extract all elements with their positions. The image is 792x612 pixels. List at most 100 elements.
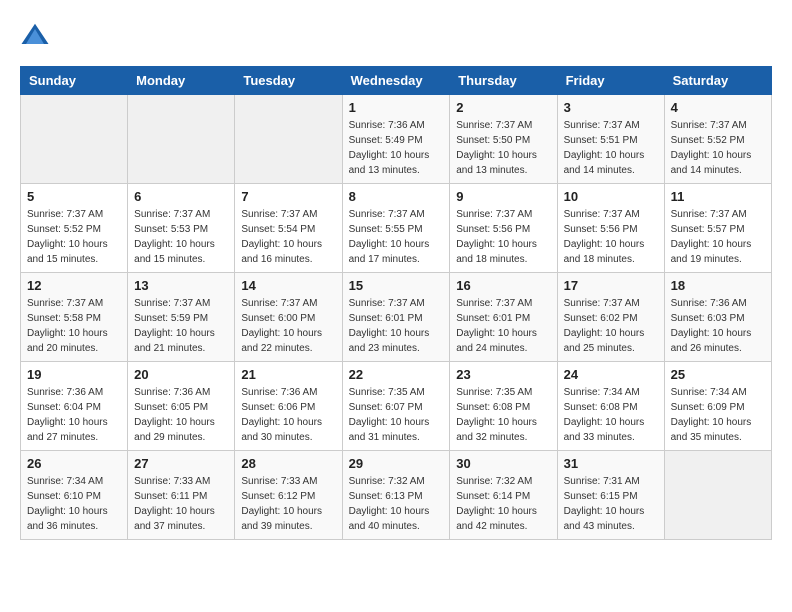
calendar-cell: 25Sunrise: 7:34 AM Sunset: 6:09 PM Dayli… — [664, 362, 771, 451]
day-info: Sunrise: 7:33 AM Sunset: 6:12 PM Dayligh… — [241, 474, 335, 534]
day-info: Sunrise: 7:33 AM Sunset: 6:11 PM Dayligh… — [134, 474, 228, 534]
calendar-cell: 5Sunrise: 7:37 AM Sunset: 5:52 PM Daylig… — [21, 184, 128, 273]
day-info: Sunrise: 7:37 AM Sunset: 5:58 PM Dayligh… — [27, 296, 121, 356]
day-number: 17 — [564, 278, 658, 293]
day-info: Sunrise: 7:37 AM Sunset: 5:53 PM Dayligh… — [134, 207, 228, 267]
day-number: 26 — [27, 456, 121, 471]
calendar-cell: 1 Sunrise: 7:36 AM Sunset: 5:49 PM Daylig… — [342, 95, 450, 184]
day-number: 30 — [456, 456, 550, 471]
day-number: 8 — [349, 189, 444, 204]
calendar-cell — [664, 451, 771, 540]
calendar-cell — [21, 95, 128, 184]
weekday-header-row: SundayMondayTuesdayWednesdayThursdayFrid… — [21, 67, 772, 95]
calendar-cell: 8 Sunrise: 7:37 AM Sunset: 5:55 PM Daylig… — [342, 184, 450, 273]
day-info: Sunrise: 7:37 AM Sunset: 6:02 PM Dayligh… — [564, 296, 658, 356]
day-info: Sunrise: 7:37 AM Sunset: 5:51 PM Dayligh… — [564, 118, 658, 178]
calendar-cell: 19 Sunrise: 7:36 AM Sunset: 6:04 PM Dayli… — [21, 362, 128, 451]
day-number: 1 — [349, 100, 444, 115]
day-number: 12 — [27, 278, 121, 293]
calendar-cell: 17 Sunrise: 7:37 AM Sunset: 6:02 PM Dayli… — [557, 273, 664, 362]
weekday-header-monday: Monday — [128, 67, 235, 95]
day-number: 2 — [456, 100, 550, 115]
calendar-cell: 26Sunrise: 7:34 AM Sunset: 6:10 PM Dayli… — [21, 451, 128, 540]
day-number: 3 — [564, 100, 658, 115]
day-number: 24 — [564, 367, 658, 382]
calendar-cell: 10Sunrise: 7:37 AM Sunset: 5:56 PM Dayli… — [557, 184, 664, 273]
day-info: Sunrise: 7:35 AM Sunset: 6:07 PM Dayligh… — [349, 385, 444, 445]
calendar-cell: 15 Sunrise: 7:37 AM Sunset: 6:01 PM Dayli… — [342, 273, 450, 362]
calendar-cell: 23 Sunrise: 7:35 AM Sunset: 6:08 PM Dayli… — [450, 362, 557, 451]
day-number: 27 — [134, 456, 228, 471]
logo — [20, 20, 54, 50]
day-info: Sunrise: 7:36 AM Sunset: 6:06 PM Dayligh… — [241, 385, 335, 445]
day-number: 25 — [671, 367, 765, 382]
weekday-header-saturday: Saturday — [664, 67, 771, 95]
day-info: Sunrise: 7:31 AM Sunset: 6:15 PM Dayligh… — [564, 474, 658, 534]
day-number: 14 — [241, 278, 335, 293]
day-info: Sunrise: 7:35 AM Sunset: 6:08 PM Dayligh… — [456, 385, 550, 445]
calendar-cell: 9 Sunrise: 7:37 AM Sunset: 5:56 PM Daylig… — [450, 184, 557, 273]
weekday-header-friday: Friday — [557, 67, 664, 95]
calendar-cell: 13Sunrise: 7:37 AM Sunset: 5:59 PM Dayli… — [128, 273, 235, 362]
calendar-cell — [128, 95, 235, 184]
day-number: 11 — [671, 189, 765, 204]
calendar-cell: 4 Sunrise: 7:37 AM Sunset: 5:52 PM Daylig… — [664, 95, 771, 184]
calendar-cell: 22 Sunrise: 7:35 AM Sunset: 6:07 PM Dayli… — [342, 362, 450, 451]
day-info: Sunrise: 7:36 AM Sunset: 6:05 PM Dayligh… — [134, 385, 228, 445]
day-info: Sunrise: 7:34 AM Sunset: 6:08 PM Dayligh… — [564, 385, 658, 445]
calendar-cell: 6 Sunrise: 7:37 AM Sunset: 5:53 PM Daylig… — [128, 184, 235, 273]
day-info: Sunrise: 7:32 AM Sunset: 6:13 PM Dayligh… — [349, 474, 444, 534]
calendar-cell: 11Sunrise: 7:37 AM Sunset: 5:57 PM Dayli… — [664, 184, 771, 273]
calendar-cell: 28 Sunrise: 7:33 AM Sunset: 6:12 PM Dayli… — [235, 451, 342, 540]
day-info: Sunrise: 7:37 AM Sunset: 5:52 PM Dayligh… — [671, 118, 765, 178]
day-number: 4 — [671, 100, 765, 115]
weekday-header-sunday: Sunday — [21, 67, 128, 95]
day-number: 23 — [456, 367, 550, 382]
day-info: Sunrise: 7:32 AM Sunset: 6:14 PM Dayligh… — [456, 474, 550, 534]
day-info: Sunrise: 7:37 AM Sunset: 6:00 PM Dayligh… — [241, 296, 335, 356]
calendar-cell: 21 Sunrise: 7:36 AM Sunset: 6:06 PM Dayli… — [235, 362, 342, 451]
day-number: 6 — [134, 189, 228, 204]
day-number: 19 — [27, 367, 121, 382]
day-info: Sunrise: 7:37 AM Sunset: 6:01 PM Dayligh… — [349, 296, 444, 356]
calendar-week-row: 26Sunrise: 7:34 AM Sunset: 6:10 PM Dayli… — [21, 451, 772, 540]
calendar-cell: 24 Sunrise: 7:34 AM Sunset: 6:08 PM Dayli… — [557, 362, 664, 451]
calendar-cell: 31 Sunrise: 7:31 AM Sunset: 6:15 PM Dayli… — [557, 451, 664, 540]
calendar-cell: 30 Sunrise: 7:32 AM Sunset: 6:14 PM Dayli… — [450, 451, 557, 540]
calendar-cell: 12 Sunrise: 7:37 AM Sunset: 5:58 PM Dayli… — [21, 273, 128, 362]
calendar-week-row: 12 Sunrise: 7:37 AM Sunset: 5:58 PM Dayli… — [21, 273, 772, 362]
weekday-header-thursday: Thursday — [450, 67, 557, 95]
day-number: 5 — [27, 189, 121, 204]
day-number: 21 — [241, 367, 335, 382]
weekday-header-tuesday: Tuesday — [235, 67, 342, 95]
calendar-week-row: 19 Sunrise: 7:36 AM Sunset: 6:04 PM Dayli… — [21, 362, 772, 451]
calendar-table: SundayMondayTuesdayWednesdayThursdayFrid… — [20, 66, 772, 540]
calendar-cell — [235, 95, 342, 184]
day-number: 20 — [134, 367, 228, 382]
day-number: 22 — [349, 367, 444, 382]
day-number: 31 — [564, 456, 658, 471]
day-number: 16 — [456, 278, 550, 293]
calendar-cell: 18 Sunrise: 7:36 AM Sunset: 6:03 PM Dayli… — [664, 273, 771, 362]
day-info: Sunrise: 7:36 AM Sunset: 5:49 PM Dayligh… — [349, 118, 444, 178]
calendar-week-row: 1 Sunrise: 7:36 AM Sunset: 5:49 PM Daylig… — [21, 95, 772, 184]
day-info: Sunrise: 7:36 AM Sunset: 6:03 PM Dayligh… — [671, 296, 765, 356]
calendar-week-row: 5Sunrise: 7:37 AM Sunset: 5:52 PM Daylig… — [21, 184, 772, 273]
day-number: 13 — [134, 278, 228, 293]
day-info: Sunrise: 7:36 AM Sunset: 6:04 PM Dayligh… — [27, 385, 121, 445]
day-number: 7 — [241, 189, 335, 204]
day-number: 28 — [241, 456, 335, 471]
day-number: 15 — [349, 278, 444, 293]
day-info: Sunrise: 7:37 AM Sunset: 5:50 PM Dayligh… — [456, 118, 550, 178]
day-info: Sunrise: 7:37 AM Sunset: 5:55 PM Dayligh… — [349, 207, 444, 267]
calendar-cell: 3 Sunrise: 7:37 AM Sunset: 5:51 PM Daylig… — [557, 95, 664, 184]
calendar-cell: 20 Sunrise: 7:36 AM Sunset: 6:05 PM Dayli… — [128, 362, 235, 451]
day-number: 18 — [671, 278, 765, 293]
day-info: Sunrise: 7:37 AM Sunset: 5:56 PM Dayligh… — [456, 207, 550, 267]
calendar-cell: 2 Sunrise: 7:37 AM Sunset: 5:50 PM Daylig… — [450, 95, 557, 184]
calendar-cell: 7 Sunrise: 7:37 AM Sunset: 5:54 PM Daylig… — [235, 184, 342, 273]
logo-icon — [20, 20, 50, 50]
day-number: 9 — [456, 189, 550, 204]
day-info: Sunrise: 7:37 AM Sunset: 5:54 PM Dayligh… — [241, 207, 335, 267]
day-info: Sunrise: 7:37 AM Sunset: 6:01 PM Dayligh… — [456, 296, 550, 356]
